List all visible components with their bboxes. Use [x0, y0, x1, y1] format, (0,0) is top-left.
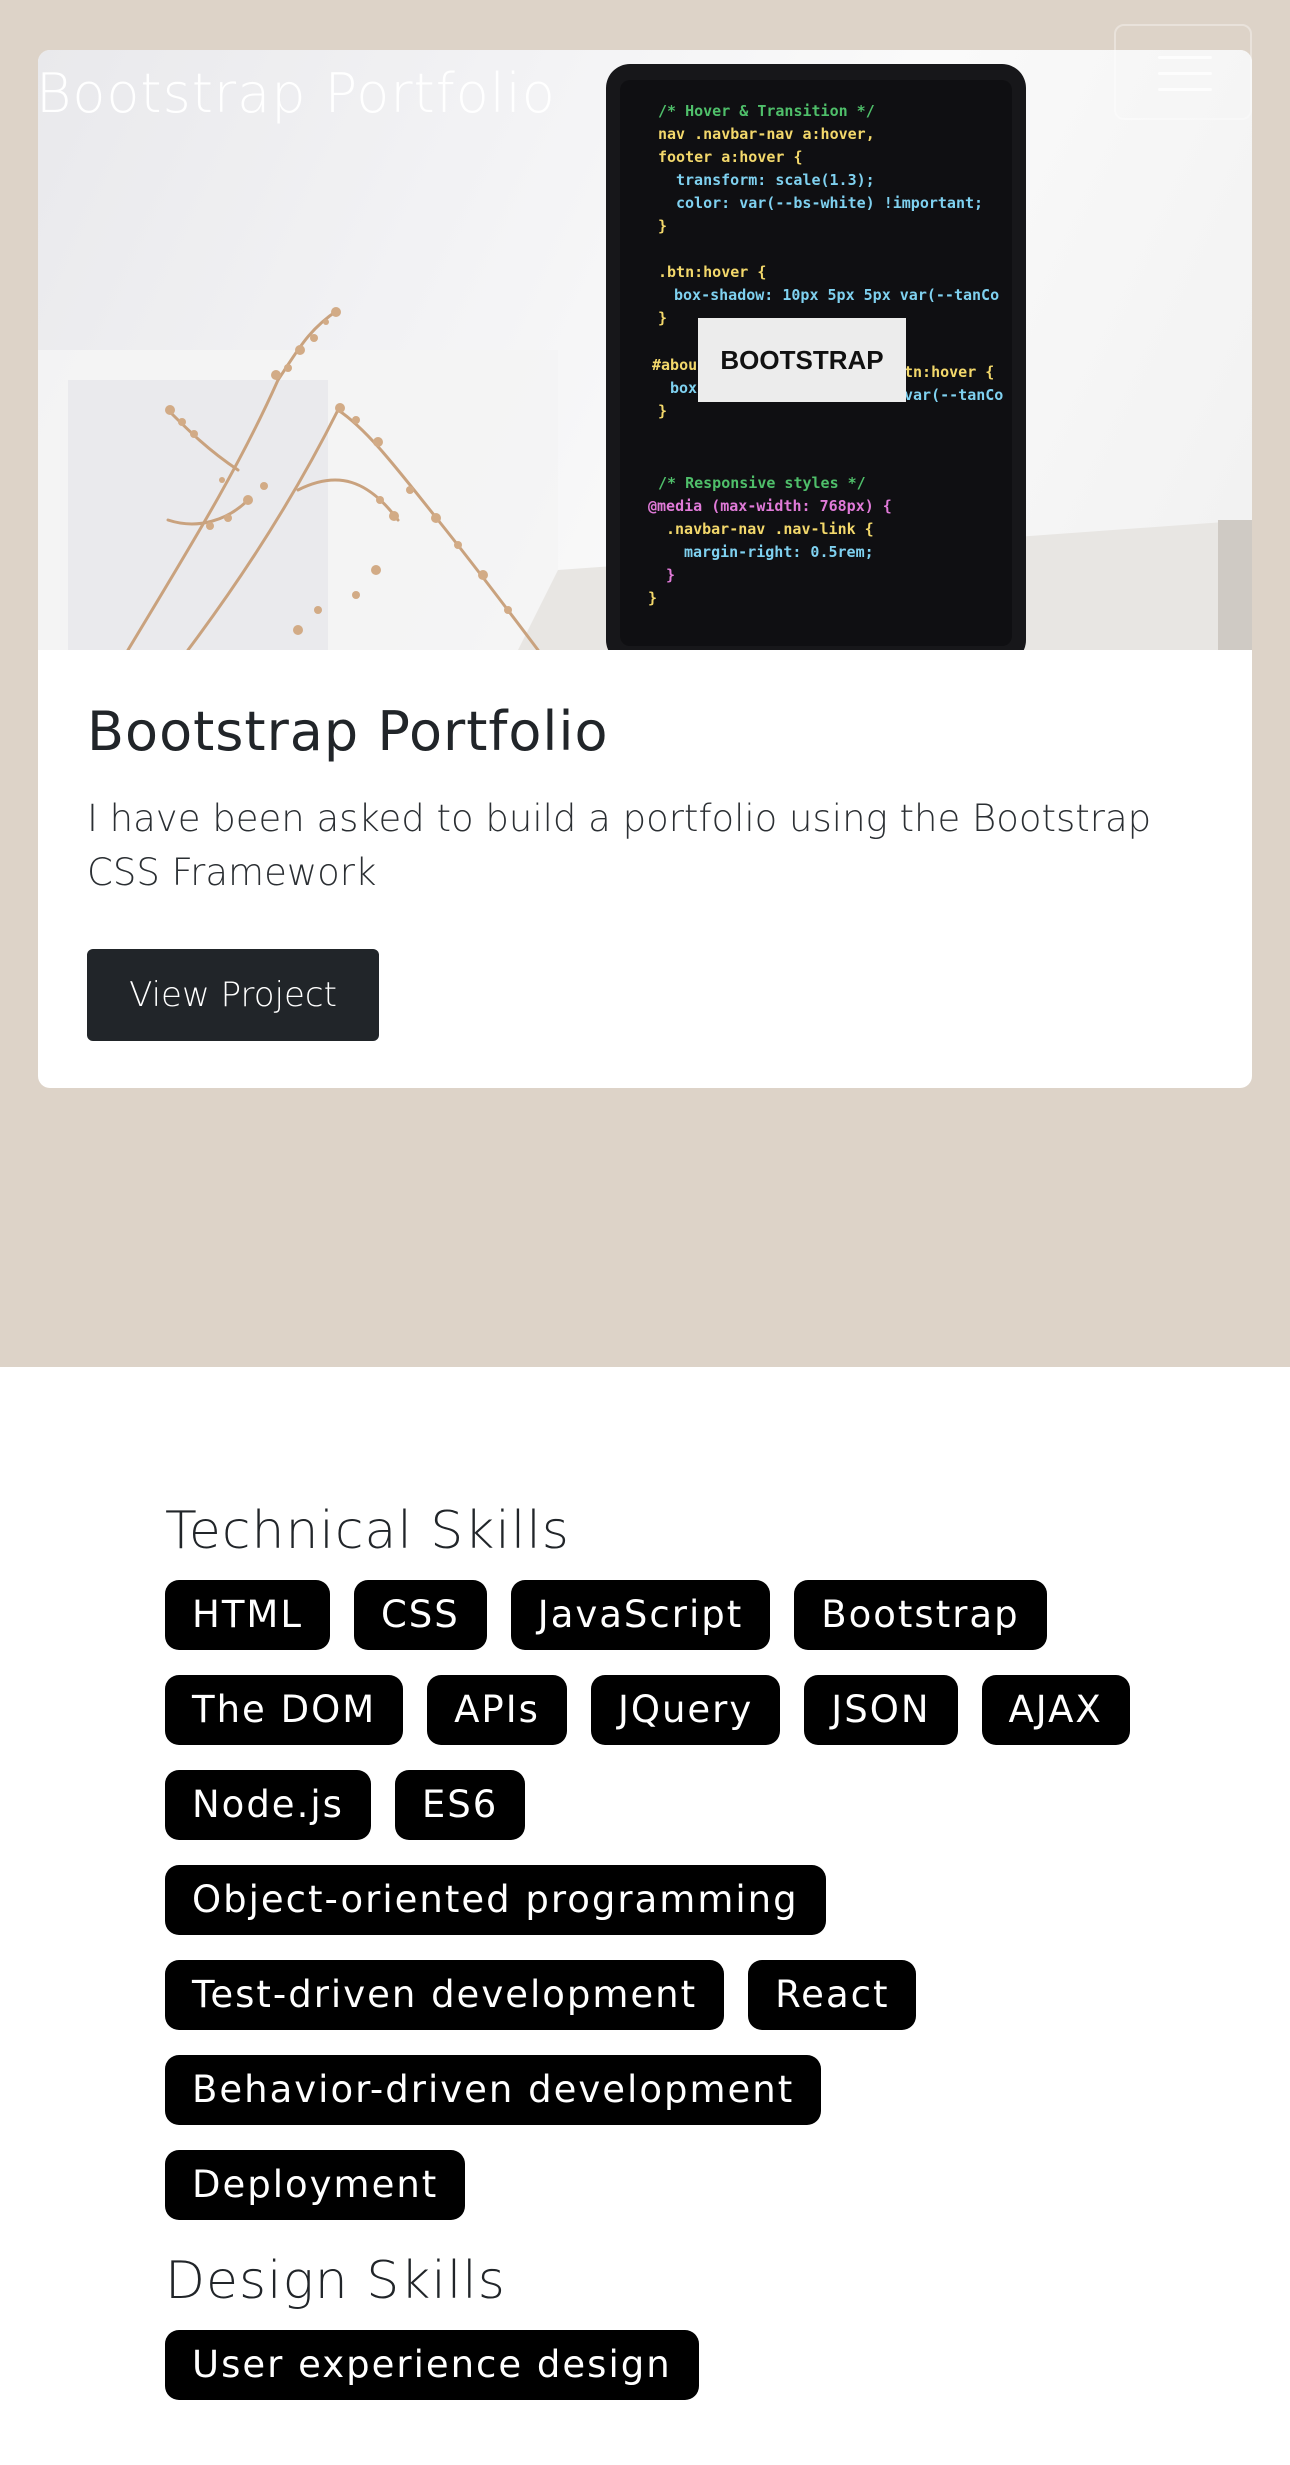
skill-badge: Deployment [165, 2150, 466, 2220]
image-label: BOOTSTRAP [720, 345, 883, 375]
code-line: } [658, 309, 667, 327]
skill-badge: APIs [427, 1675, 567, 1745]
code-line: #abou [652, 356, 697, 374]
design-skills-heading: Design Skills [165, 2251, 506, 2311]
skill-badge: JSON [804, 1675, 958, 1745]
code-line: nav .navbar-nav a:hover, [658, 125, 875, 143]
tablet-code-illustration: /* Hover & Transition */ nav .navbar-nav… [38, 64, 1252, 650]
skill-badge: ES6 [394, 1770, 526, 1840]
navbar-brand[interactable]: Bootstrap Portfolio [36, 62, 556, 125]
skills-section: Technical Skills HTML CSS JavaScript Boo… [165, 1496, 1145, 2426]
skill-badge: JavaScript [510, 1580, 771, 1650]
skill-badge: JQuery [590, 1675, 781, 1745]
code-line: box-shadow: 10px 5px 5px var(--tanCo [674, 286, 999, 304]
code-line: } [666, 566, 675, 584]
code-line: .btn:hover { [658, 263, 766, 281]
code-line: /* Responsive styles */ [658, 474, 866, 492]
project-card-image: /* Hover & Transition */ nav .navbar-nav… [38, 50, 1252, 650]
navbar-toggler-button[interactable] [1114, 24, 1252, 120]
project-card: /* Hover & Transition */ nav .navbar-nav… [38, 50, 1252, 1088]
code-line: var(--tanCo [904, 386, 1003, 404]
code-line: footer a:hover { [658, 148, 803, 166]
card-description: I have been asked to build a portfolio u… [87, 797, 1152, 894]
code-line: transform: scale(1.3); [676, 171, 875, 189]
code-line: margin-right: 0.5rem; [684, 543, 874, 561]
skill-badge: User experience design [165, 2330, 699, 2400]
skill-badge: Test-driven development [165, 1960, 725, 2030]
skill-badge: React [748, 1960, 917, 2030]
code-line: /* Hover & Transition */ [658, 102, 875, 120]
skill-badge: CSS [353, 1580, 487, 1650]
design-skills-list: User experience design [165, 2330, 1145, 2400]
skill-badge: Behavior-driven development [165, 2055, 822, 2125]
view-project-button[interactable]: View Project [87, 949, 379, 1041]
skill-badge: Node.js [165, 1770, 371, 1840]
code-line: } [648, 589, 657, 607]
code-line: } [658, 217, 667, 235]
skill-badge: AJAX [981, 1675, 1130, 1745]
code-line: box [670, 379, 697, 397]
technical-skills-list: HTML CSS JavaScript Bootstrap The DOM AP… [165, 1580, 1145, 2220]
code-line: } [658, 402, 667, 420]
hamburger-menu-icon [1158, 52, 1212, 96]
code-line: color: var(--bs-white) !important; [676, 194, 983, 212]
code-line: tn:hover { [904, 363, 994, 381]
code-line: .navbar-nav .nav-link { [666, 520, 874, 538]
skill-badge: Object-oriented programming [165, 1865, 826, 1935]
skill-badge: Bootstrap [794, 1580, 1047, 1650]
code-line: @media (max-width: 768px) { [648, 497, 892, 515]
skill-badge: HTML [165, 1580, 330, 1650]
technical-skills-heading: Technical Skills [165, 1501, 570, 1561]
skill-badge: The DOM [165, 1675, 404, 1745]
card-title: Bootstrap Portfolio [87, 700, 609, 763]
